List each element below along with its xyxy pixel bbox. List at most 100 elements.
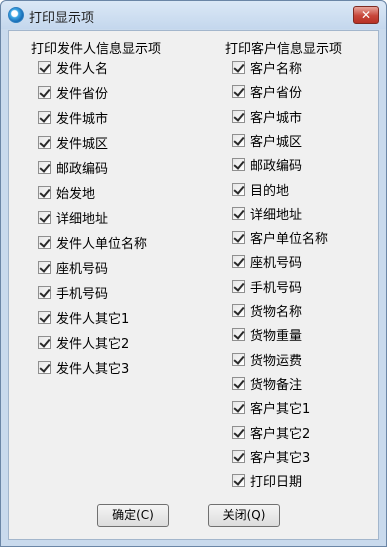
app-icon [8, 7, 24, 23]
checkbox-label: 客户其它3 [250, 450, 311, 466]
checkbox-label: 货物名称 [250, 305, 303, 320]
checkbox-item[interactable]: 座机号码 [38, 259, 108, 277]
checkbox-label: 发件人其它1 [56, 312, 130, 327]
checkbox-label: 座机号码 [250, 256, 303, 272]
checkbox[interactable] [38, 286, 51, 299]
checkbox-label: 客户省份 [250, 86, 303, 102]
checkbox-item[interactable]: 发件城市 [38, 109, 109, 127]
checkbox[interactable] [232, 401, 245, 415]
checkbox-item[interactable]: 发件城区 [38, 134, 109, 152]
checkbox-item[interactable]: 详细地址 [232, 205, 303, 223]
checkbox-item[interactable]: 手机号码 [232, 278, 303, 296]
dialog-body: 打印发件人信息显示项 打印客户信息显示项 发件人名发件省份发件城市发件城区邮政编… [8, 30, 379, 540]
checkbox-label: 手机号码 [56, 287, 109, 302]
checkbox-item[interactable]: 客户其它3 [232, 448, 311, 466]
checkbox-item[interactable]: 货物重量 [232, 326, 303, 345]
checkbox[interactable] [38, 161, 51, 174]
checkbox-label: 发件人名 [56, 62, 109, 77]
dialog-window: 打印显示项 ✕ 打印发件人信息显示项 打印客户信息显示项 发件人名发件省份发件城… [0, 0, 387, 547]
sender-group-header: 打印发件人信息显示项 [31, 42, 162, 57]
checkbox-item[interactable]: 客户其它1 [232, 399, 311, 418]
checkbox-label: 货物备注 [250, 377, 303, 393]
checkbox[interactable] [38, 86, 51, 99]
checkbox[interactable] [232, 425, 245, 439]
checkbox[interactable] [232, 109, 245, 123]
checkbox-label: 发件省份 [56, 87, 109, 102]
checkbox[interactable] [232, 182, 245, 196]
title-bar[interactable]: 打印显示项 ✕ [1, 1, 386, 29]
checkbox[interactable] [38, 211, 51, 224]
checkbox-item[interactable]: 打印日期 [232, 472, 302, 490]
checkbox-label: 详细地址 [250, 207, 303, 223]
checkbox-label: 目的地 [250, 183, 290, 199]
checkbox-item[interactable]: 发件人名 [38, 59, 109, 77]
checkbox[interactable] [38, 261, 51, 274]
checkbox-item[interactable]: 客户单位名称 [232, 229, 329, 248]
checkbox[interactable] [38, 361, 51, 374]
checkbox[interactable] [232, 474, 245, 488]
checkbox[interactable] [232, 61, 245, 74]
checkbox-item[interactable]: 详细地址 [38, 209, 109, 227]
checkbox[interactable] [232, 231, 245, 245]
checkbox-label: 邮政编码 [250, 159, 303, 175]
checkbox-item[interactable]: 发件人其它1 [38, 309, 130, 327]
checkbox-item[interactable]: 邮政编码 [232, 156, 303, 175]
checkbox-label: 发件城市 [56, 112, 109, 127]
checkbox[interactable] [232, 352, 245, 366]
window-title: 打印显示项 [29, 11, 95, 26]
checkbox-item[interactable]: 客户其它2 [232, 424, 311, 442]
checkbox-item[interactable]: 客户城市 [232, 108, 303, 126]
checkbox-item[interactable]: 客户名称 [232, 59, 303, 77]
checkbox-item[interactable]: 发件人其它2 [38, 334, 129, 352]
checkbox[interactable] [38, 311, 51, 324]
checkbox-item[interactable]: 始发地 [38, 184, 96, 202]
checkbox[interactable] [38, 236, 51, 249]
checkbox[interactable] [232, 279, 245, 293]
checkbox[interactable] [232, 376, 245, 390]
checkbox-label: 发件人单位名称 [56, 237, 148, 252]
checkbox[interactable] [38, 186, 51, 199]
checkbox-label: 详细地址 [56, 212, 109, 227]
checkbox[interactable] [38, 61, 51, 74]
checkbox-label: 客户名称 [250, 62, 303, 77]
checkbox-item[interactable]: 货物名称 [232, 302, 303, 320]
checkbox-label: 发件城区 [56, 137, 109, 152]
checkbox-item[interactable]: 发件省份 [38, 84, 109, 102]
checkbox-label: 客户城市 [250, 110, 303, 126]
checkbox-item[interactable]: 货物备注 [232, 375, 303, 393]
checkbox[interactable] [232, 449, 245, 463]
close-button[interactable]: 关闭(Q) [208, 504, 280, 527]
checkbox-item[interactable]: 发件人单位名称 [38, 234, 148, 252]
checkbox-label: 货物运费 [250, 353, 303, 369]
ok-button[interactable]: 确定(C) [97, 504, 169, 527]
checkbox-label: 客户单位名称 [250, 232, 329, 248]
checkbox[interactable] [38, 136, 51, 149]
checkbox[interactable] [232, 158, 245, 172]
checkbox[interactable] [232, 133, 245, 147]
checkbox-label: 发件人其它3 [56, 362, 130, 377]
checkbox-item[interactable]: 发件人其它3 [38, 359, 130, 377]
close-window-button[interactable]: ✕ [353, 6, 379, 24]
checkbox-item[interactable]: 客户城区 [232, 132, 303, 150]
checkbox-label: 客户其它1 [250, 402, 311, 418]
checkbox[interactable] [38, 111, 51, 124]
checkbox-item[interactable]: 邮政编码 [38, 159, 109, 177]
checkbox[interactable] [232, 85, 245, 99]
checkbox-label: 邮政编码 [56, 162, 109, 177]
checkbox-label: 始发地 [56, 187, 96, 202]
checkbox[interactable] [38, 336, 51, 349]
checkbox-item[interactable]: 手机号码 [38, 284, 109, 302]
checkbox-item[interactable]: 座机号码 [232, 253, 303, 272]
checkbox-label: 客户城区 [250, 134, 303, 150]
customer-group-header: 打印客户信息显示项 [225, 42, 343, 57]
checkbox-item[interactable]: 客户省份 [232, 83, 303, 102]
checkbox[interactable] [232, 206, 245, 220]
checkbox[interactable] [232, 304, 245, 317]
checkbox-label: 客户其它2 [250, 426, 311, 442]
checkbox[interactable] [232, 255, 245, 269]
checkbox-item[interactable]: 货物运费 [232, 351, 303, 369]
checkbox-label: 手机号码 [250, 280, 303, 296]
checkbox-label: 货物重量 [250, 329, 303, 345]
checkbox[interactable] [232, 328, 245, 342]
checkbox-item[interactable]: 目的地 [232, 181, 290, 199]
